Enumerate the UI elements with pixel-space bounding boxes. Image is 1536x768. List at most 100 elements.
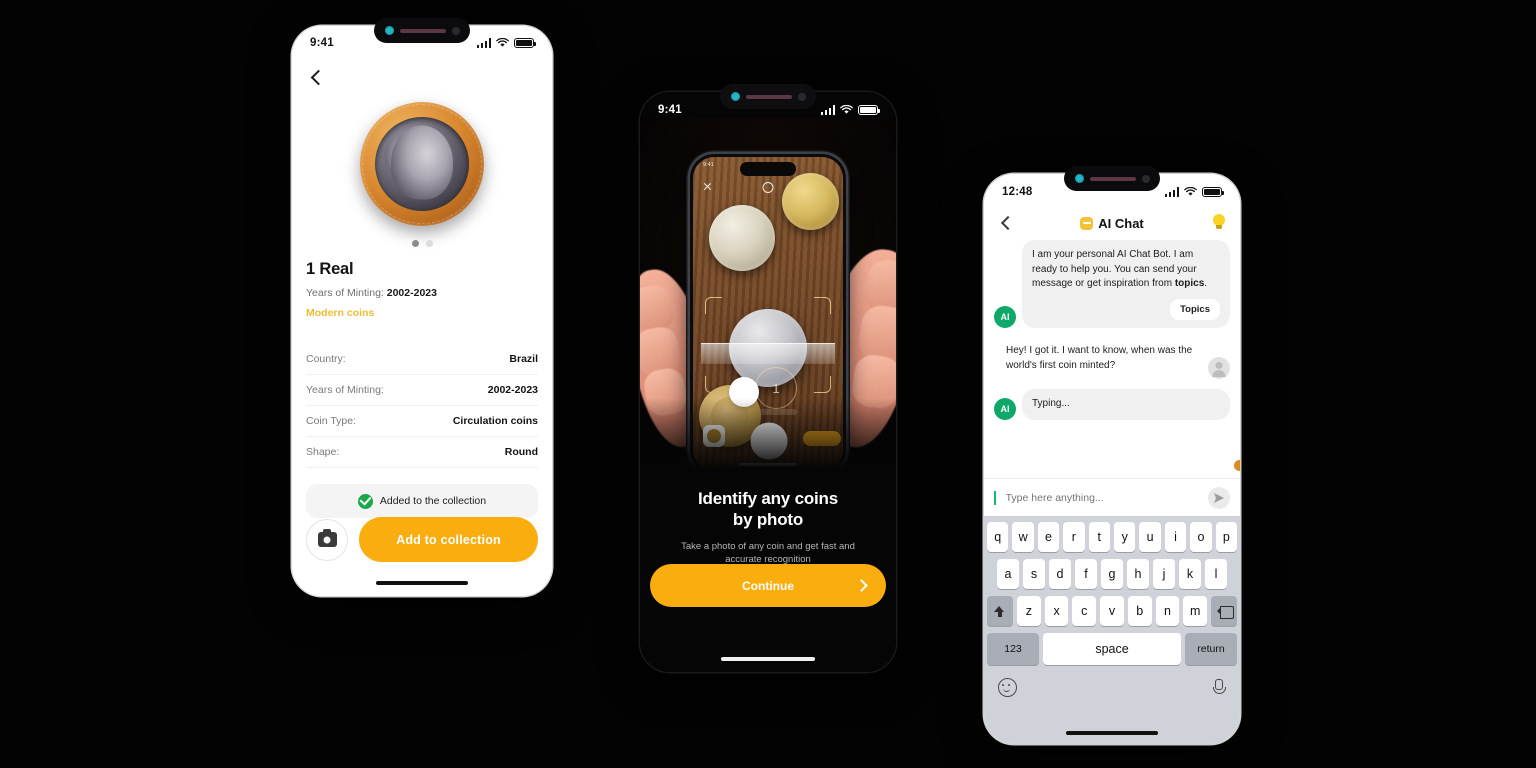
key-p[interactable]: p	[1215, 522, 1238, 552]
status-badge: Added to the collection	[306, 484, 538, 518]
dynamic-island	[720, 84, 816, 109]
key-c[interactable]: c	[1072, 596, 1097, 626]
battery-icon	[1202, 187, 1224, 197]
emoji-smiley-icon[interactable]	[998, 678, 1017, 697]
numbers-key[interactable]: 123	[987, 633, 1039, 665]
cellular-bars-icon	[1164, 187, 1179, 197]
island-sensor-icon	[451, 26, 460, 35]
key-h[interactable]: h	[1127, 559, 1149, 589]
key-t[interactable]: t	[1088, 522, 1110, 552]
spec-value: Brazil	[509, 353, 538, 365]
key-f[interactable]: f	[1075, 559, 1097, 589]
onboarding-body: Take a photo of any coin and get fast an…	[681, 540, 855, 566]
back-button[interactable]	[305, 64, 331, 90]
spec-value: 2002-2023	[487, 384, 538, 396]
chat-bubble-typing: Typing...	[1022, 389, 1230, 420]
user-avatar-icon	[1208, 357, 1230, 380]
avatar: AI	[994, 397, 1016, 420]
shift-key[interactable]	[986, 596, 1013, 626]
key-o[interactable]: o	[1190, 522, 1212, 552]
spec-label: Coin Type:	[306, 415, 357, 427]
key-g[interactable]: g	[1101, 559, 1123, 589]
status-icons	[1164, 187, 1224, 197]
island-sensor-icon	[797, 92, 806, 101]
chevron-left-icon	[310, 69, 327, 86]
microphone-icon[interactable]	[1210, 679, 1226, 696]
key-x[interactable]: x	[1044, 596, 1069, 626]
key-l[interactable]: l	[1205, 559, 1227, 589]
coin-subtitle: Years of Minting: 2002-2023	[306, 287, 538, 299]
lightbulb-icon[interactable]	[1210, 214, 1228, 232]
text-caret	[994, 490, 996, 505]
list-item: AI Typing...	[994, 389, 1230, 420]
status-icons	[820, 105, 880, 115]
chat-header: AI Chat	[984, 210, 1240, 236]
key-e[interactable]: e	[1037, 522, 1060, 552]
onboarding-headline: Identify any coins by photo	[662, 488, 874, 531]
carousel-dots[interactable]	[292, 240, 552, 247]
phone2-screen: 9:41 9:41 1 Identify any coins by photo …	[640, 92, 896, 672]
key-y[interactable]: y	[1114, 522, 1136, 552]
add-to-collection-button[interactable]: Add to collection	[359, 517, 538, 562]
backspace-key[interactable]	[1211, 596, 1238, 626]
key-s[interactable]: s	[1023, 559, 1045, 589]
coin-image-carousel[interactable]	[292, 84, 552, 244]
key-v[interactable]: v	[1100, 596, 1124, 626]
key-z[interactable]: z	[1016, 596, 1041, 626]
wifi-icon	[840, 105, 853, 114]
key-b[interactable]: b	[1127, 596, 1152, 626]
key-k[interactable]: k	[1179, 559, 1201, 589]
coin-category-tag[interactable]: Modern coins	[306, 307, 538, 319]
status-time: 9:41	[310, 37, 334, 49]
continue-button[interactable]: Continue	[650, 564, 886, 607]
backspace-icon	[1216, 605, 1234, 619]
chat-bubble-bold: topics	[1174, 278, 1205, 289]
battery-icon	[514, 38, 536, 48]
key-j[interactable]: j	[1153, 559, 1175, 589]
phone3-screen: 12:48 AI Chat AI I am your personal AI C…	[984, 174, 1240, 744]
home-indicator	[376, 581, 468, 585]
carousel-dot-active[interactable]	[411, 240, 419, 247]
keyboard-row-1: q w e r t y u i o p	[984, 522, 1240, 552]
key-d[interactable]: d	[1049, 559, 1071, 589]
key-a[interactable]: a	[997, 559, 1019, 589]
carousel-dot[interactable]	[425, 240, 433, 247]
table-row: Country: Brazil	[306, 344, 538, 375]
coin-image	[360, 102, 484, 226]
phone-onboarding: 9:41 9:41 1 Identify any coins by photo …	[640, 84, 896, 672]
close-x-icon[interactable]	[703, 182, 712, 191]
front-camera-icon	[1074, 174, 1084, 183]
chat-bubble-user: Hey! I got it. I want to know, when was …	[1004, 338, 1202, 380]
topics-button[interactable]: Topics	[1170, 298, 1220, 321]
list-item: AI I am your personal AI Chat Bot. I am …	[994, 240, 1230, 329]
spec-list: Country: Brazil Years of Minting: 2002-2…	[306, 344, 538, 468]
key-n[interactable]: n	[1155, 596, 1180, 626]
keyboard-row-3: z x c v b n m	[984, 596, 1240, 626]
spec-value: Round	[504, 446, 538, 458]
key-r[interactable]: r	[1063, 522, 1085, 552]
return-key[interactable]: return	[1185, 633, 1237, 665]
floating-coin-badge	[1234, 460, 1240, 471]
keyboard-row-2: a s d f g h j k l	[984, 559, 1240, 589]
key-i[interactable]: i	[1164, 522, 1187, 552]
chat-title-label: AI Chat	[1098, 215, 1144, 231]
wifi-icon	[496, 38, 509, 47]
key-u[interactable]: u	[1139, 522, 1161, 552]
key-w[interactable]: w	[1012, 522, 1034, 552]
search-input[interactable]	[1003, 490, 1200, 505]
headline-line-2: by photo	[732, 510, 804, 530]
send-arrow-icon[interactable]	[1208, 486, 1230, 509]
space-key[interactable]: space	[1043, 633, 1181, 665]
back-button[interactable]	[996, 212, 1018, 234]
flash-circle-icon[interactable]	[762, 182, 774, 193]
camera-button[interactable]	[306, 518, 348, 561]
coin-silver	[709, 205, 775, 271]
onscreen-keyboard[interactable]: q w e r t y u i o p a s d f g h j k l z …	[984, 516, 1240, 744]
table-row: Years of Minting: 2002-2023	[306, 375, 538, 406]
key-q[interactable]: q	[986, 522, 1009, 552]
list-item: Hey! I got it. I want to know, when was …	[994, 338, 1230, 380]
battery-icon	[858, 105, 880, 115]
chevron-left-icon	[1000, 215, 1016, 231]
island-pill	[399, 28, 446, 33]
key-m[interactable]: m	[1183, 596, 1208, 626]
